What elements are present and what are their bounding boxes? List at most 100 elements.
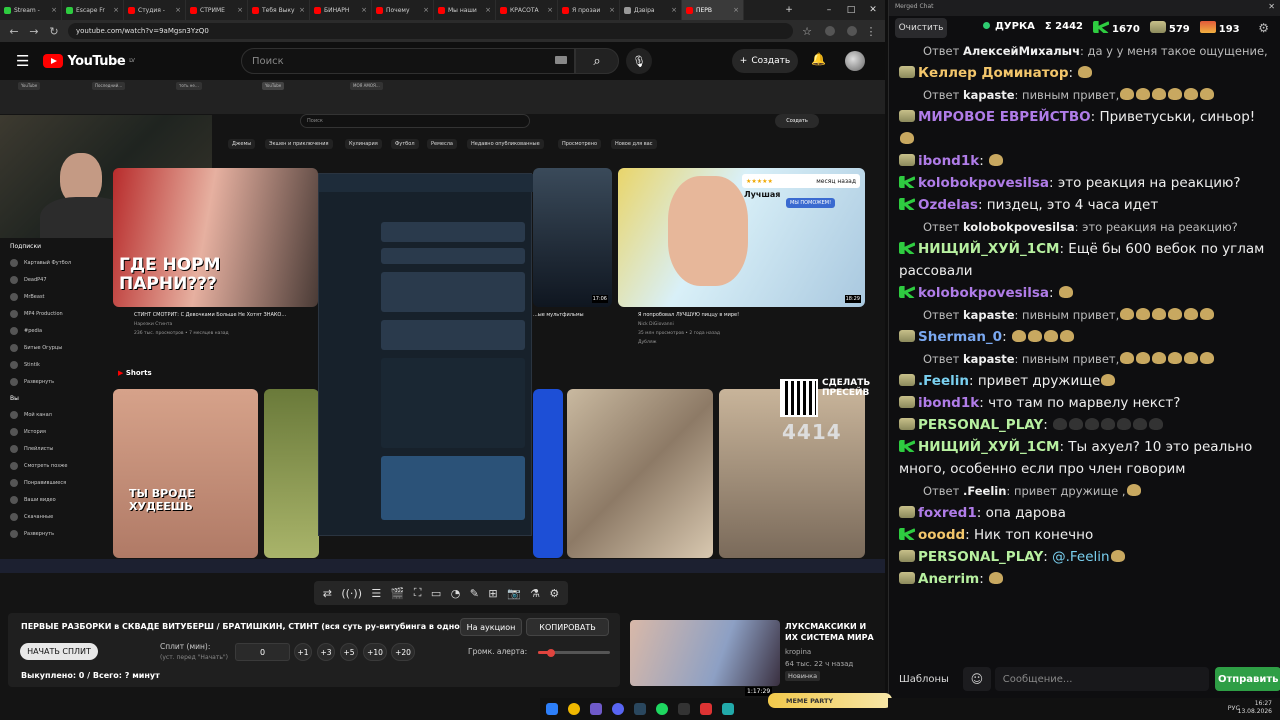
- windows-start-icon[interactable]: [546, 703, 558, 715]
- emoji-button[interactable]: ☺: [962, 667, 991, 691]
- recommended-title[interactable]: ЛУКСМАКСИКИ И ИХ СИСТЕМА МИРА: [785, 621, 880, 643]
- auction-button[interactable]: На аукцион: [460, 618, 522, 636]
- chat-nick[interactable]: kolobokpovesilsa: [918, 175, 1049, 191]
- chat-nick[interactable]: Sherman_0: [918, 329, 1002, 345]
- repeat-icon[interactable]: ⇄: [323, 587, 332, 600]
- chat-nick[interactable]: .Feelin: [963, 484, 1006, 498]
- recommended-thumbnail[interactable]: [630, 620, 780, 686]
- tab-close-icon[interactable]: ×: [671, 6, 677, 14]
- meme-party-pill[interactable]: MEME PARTY: [768, 693, 892, 708]
- increment-button[interactable]: +3: [317, 643, 335, 661]
- increment-button[interactable]: +1: [294, 643, 312, 661]
- chat-nick[interactable]: ibond1k: [918, 153, 979, 169]
- alert-volume-slider[interactable]: [538, 648, 610, 657]
- chat-nick[interactable]: kapaste: [963, 88, 1015, 102]
- search-button[interactable]: ⌕: [575, 48, 619, 74]
- browser-tab[interactable]: Escape Fr ×: [62, 0, 124, 20]
- url-field[interactable]: youtube.com/watch?v=9aMgsn3YzQ0: [68, 23, 793, 39]
- gear-icon[interactable]: ⚙: [1258, 21, 1269, 35]
- send-button[interactable]: Отправить: [1215, 667, 1280, 691]
- browser-tab[interactable]: Дзвіра ×: [620, 0, 682, 20]
- browser-tab[interactable]: СТРИМЕ ×: [186, 0, 248, 20]
- flask-icon[interactable]: ⚗: [530, 587, 540, 600]
- browser-tab[interactable]: Тебя Выку ×: [248, 0, 310, 20]
- tab-close-icon[interactable]: ×: [733, 6, 739, 14]
- tab-close-icon[interactable]: ×: [609, 6, 615, 14]
- system-clock[interactable]: 16:27 13.08.2026: [1238, 700, 1272, 716]
- app-icon[interactable]: [722, 703, 734, 715]
- message-input[interactable]: Сообщение...: [994, 667, 1210, 691]
- close-icon[interactable]: ✕: [1268, 2, 1275, 11]
- star-icon[interactable]: ☆: [801, 25, 813, 38]
- back-icon[interactable]: ←: [8, 25, 20, 38]
- new-tab-button[interactable]: +: [778, 0, 800, 20]
- create-button[interactable]: + Создать: [732, 49, 798, 73]
- youtube-logo[interactable]: YouTube LV: [43, 54, 135, 69]
- chat-nick[interactable]: .Feelin: [918, 373, 969, 389]
- reload-icon[interactable]: ↻: [48, 25, 60, 38]
- chat-nick[interactable]: НИЩИЙ_ХУЙ_1СМ: [918, 241, 1059, 257]
- spotify-icon[interactable]: [656, 703, 668, 715]
- profile-icon[interactable]: [847, 26, 857, 36]
- camera-icon[interactable]: 📷: [507, 587, 521, 600]
- chat-nick[interactable]: PERSONAL_PLAY: [918, 417, 1043, 433]
- maximize-button[interactable]: □: [840, 0, 862, 20]
- bell-icon[interactable]: 🔔: [811, 52, 826, 66]
- tab-close-icon[interactable]: ×: [237, 6, 243, 14]
- browser-tab[interactable]: КРАСОТА ×: [496, 0, 558, 20]
- browser-tab[interactable]: Мы наши ×: [434, 0, 496, 20]
- forward-icon[interactable]: →: [28, 25, 40, 38]
- chat-nick[interactable]: kapaste: [963, 352, 1015, 366]
- close-window-button[interactable]: ✕: [862, 0, 884, 20]
- chat-nick[interactable]: АлексейМихалыч: [963, 44, 1080, 58]
- app-icon[interactable]: [700, 703, 712, 715]
- increment-button[interactable]: +20: [391, 643, 415, 661]
- browser-tab[interactable]: Я прозаи ×: [558, 0, 620, 20]
- increment-button[interactable]: +5: [340, 643, 358, 661]
- broadcast-icon[interactable]: ((·)): [341, 587, 362, 600]
- twitch-app-icon[interactable]: [590, 703, 602, 715]
- browser-tab[interactable]: Студия - ×: [124, 0, 186, 20]
- keyboard-icon[interactable]: [555, 56, 567, 64]
- browser-tab[interactable]: Почему ×: [372, 0, 434, 20]
- pen-icon[interactable]: ✎: [470, 587, 479, 600]
- clapper-icon[interactable]: 🎬: [391, 587, 405, 600]
- search-input[interactable]: Поиск: [241, 48, 575, 74]
- obs-icon[interactable]: [678, 703, 690, 715]
- menu-icon[interactable]: ⋮: [865, 25, 877, 38]
- window-icon[interactable]: ▭: [431, 587, 441, 600]
- browser-tab[interactable]: БИНАРН ×: [310, 0, 372, 20]
- chrome-icon[interactable]: [568, 703, 580, 715]
- chat-nick[interactable]: Келлер Доминатор: [918, 65, 1068, 81]
- chat-nick[interactable]: kapaste: [963, 308, 1015, 322]
- increment-button[interactable]: +10: [363, 643, 387, 661]
- chat-nick[interactable]: ooodd: [918, 527, 965, 543]
- browser-tab[interactable]: Stream - ×: [0, 0, 62, 20]
- chat-nick[interactable]: Ozdelas: [918, 197, 978, 213]
- slider-knob[interactable]: [546, 648, 555, 657]
- extension-icon[interactable]: [825, 26, 835, 36]
- tab-close-icon[interactable]: ×: [113, 6, 119, 14]
- templates-button[interactable]: Шаблоны: [899, 674, 949, 685]
- tab-close-icon[interactable]: ×: [485, 6, 491, 14]
- plus-box-icon[interactable]: ⊞: [488, 587, 497, 600]
- start-split-button[interactable]: НАЧАТЬ СПЛИТ: [20, 643, 98, 660]
- minimize-button[interactable]: –: [818, 0, 840, 20]
- settings-icon[interactable]: ⚙: [549, 587, 559, 600]
- hamburger-menu-icon[interactable]: ☰: [16, 52, 29, 70]
- recommended-channel[interactable]: kropina: [785, 648, 811, 656]
- chat-nick[interactable]: Anerrim: [918, 571, 979, 587]
- discord-icon[interactable]: [612, 703, 624, 715]
- split-input[interactable]: 0: [235, 643, 290, 661]
- chat-nick[interactable]: kolobokpovesilsa: [963, 220, 1075, 234]
- tab-close-icon[interactable]: ×: [51, 6, 57, 14]
- voice-search-button[interactable]: 🎙: [626, 48, 652, 74]
- tab-close-icon[interactable]: ×: [547, 6, 553, 14]
- tab-close-icon[interactable]: ×: [299, 6, 305, 14]
- chat-nick[interactable]: МИРОВОЕ ЕВРЕЙСТВО: [918, 109, 1091, 125]
- copy-button[interactable]: КОПИРОВАТЬ: [526, 618, 609, 636]
- clear-button[interactable]: Очистить: [895, 18, 947, 38]
- fullscreen-icon[interactable]: ⛶: [414, 586, 422, 600]
- chat-nick[interactable]: НИЩИЙ_ХУЙ_1СМ: [918, 439, 1059, 455]
- chat-nick[interactable]: PERSONAL_PLAY: [918, 549, 1043, 565]
